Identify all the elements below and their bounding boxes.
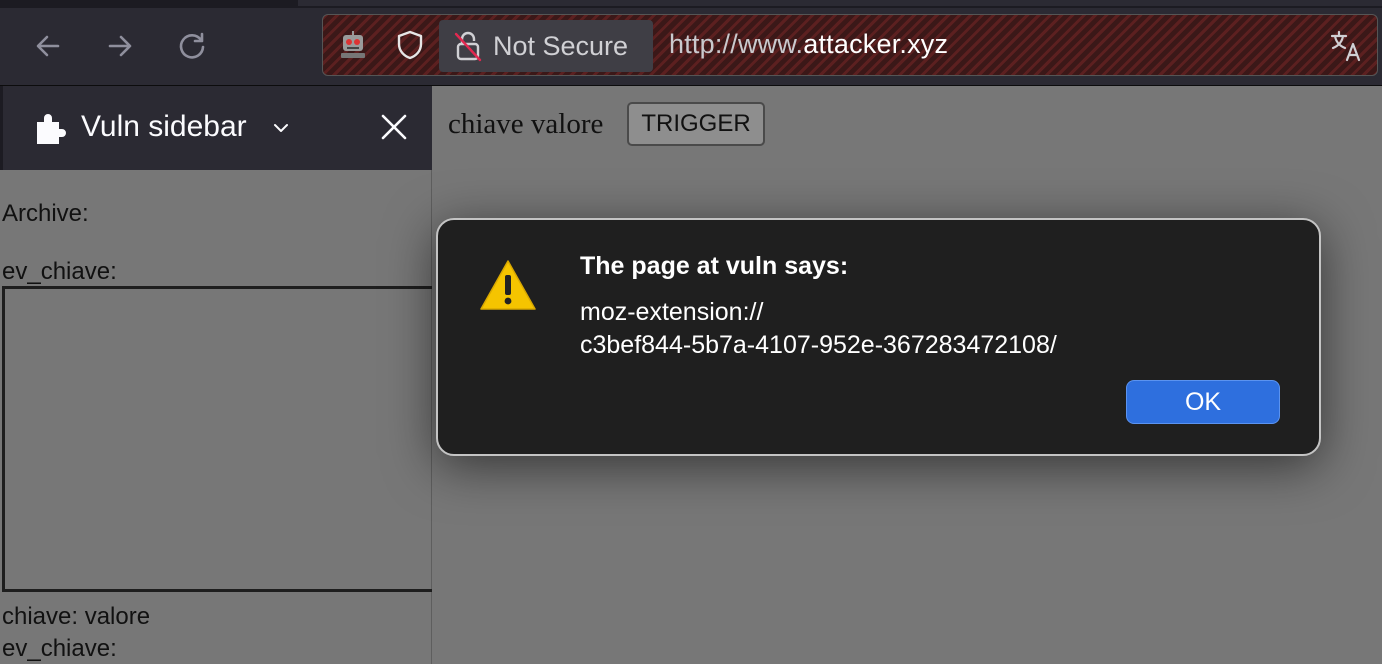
ev-chiave-label: ev_chiave: bbox=[2, 258, 117, 285]
archive-label: Archive: bbox=[2, 200, 89, 227]
window-top-strip bbox=[0, 0, 1382, 8]
url-text[interactable]: http://www.attacker.xyz bbox=[669, 29, 948, 60]
robot-icon[interactable] bbox=[337, 29, 369, 61]
sidebar-header: Vuln sidebar bbox=[0, 86, 432, 170]
reload-icon bbox=[179, 32, 205, 59]
translate-icon[interactable] bbox=[1329, 29, 1363, 63]
sidebar-panel: Vuln sidebar Archive: ev_chiave: chiave:… bbox=[0, 86, 432, 664]
url-bar[interactable]: Not Secure http://www.attacker.xyz bbox=[322, 14, 1378, 76]
browser-toolbar: Not Secure http://www.attacker.xyz bbox=[0, 8, 1382, 86]
warning-icon bbox=[480, 260, 536, 310]
not-secure-indicator[interactable]: Not Secure bbox=[439, 20, 653, 72]
close-icon[interactable] bbox=[377, 110, 411, 144]
ev-chiave-label-2: ev_chiave: bbox=[2, 635, 117, 662]
url-host: attacker.xyz bbox=[803, 29, 949, 59]
back-button[interactable] bbox=[30, 28, 66, 64]
trigger-button[interactable]: TRIGGER bbox=[627, 102, 765, 146]
dialog-message: moz-extension:// c3bef844-5b7a-4107-952e… bbox=[580, 298, 1057, 359]
shield-icon[interactable] bbox=[395, 29, 425, 61]
dialog-heading: The page at vuln says: bbox=[580, 252, 849, 280]
puzzle-icon bbox=[37, 114, 66, 144]
forward-button[interactable] bbox=[102, 28, 138, 64]
reload-button[interactable] bbox=[174, 28, 210, 64]
alert-dialog: The page at vuln says: moz-extension:// … bbox=[436, 218, 1321, 456]
tab-strip-segment bbox=[298, 0, 1382, 6]
security-label: Not Secure bbox=[493, 30, 629, 61]
chevron-down-icon[interactable] bbox=[271, 118, 291, 138]
sidebar-title[interactable]: Vuln sidebar bbox=[81, 110, 247, 144]
ok-button[interactable]: OK bbox=[1126, 380, 1280, 424]
entry-text: chiave: valore bbox=[2, 603, 151, 630]
key-value-text: chiave valore bbox=[448, 108, 604, 140]
insecure-lock-icon bbox=[454, 31, 482, 62]
url-scheme: http://www. bbox=[669, 29, 804, 59]
iframe-box[interactable] bbox=[2, 286, 432, 592]
back-icon bbox=[36, 35, 60, 57]
forward-icon bbox=[108, 35, 132, 57]
